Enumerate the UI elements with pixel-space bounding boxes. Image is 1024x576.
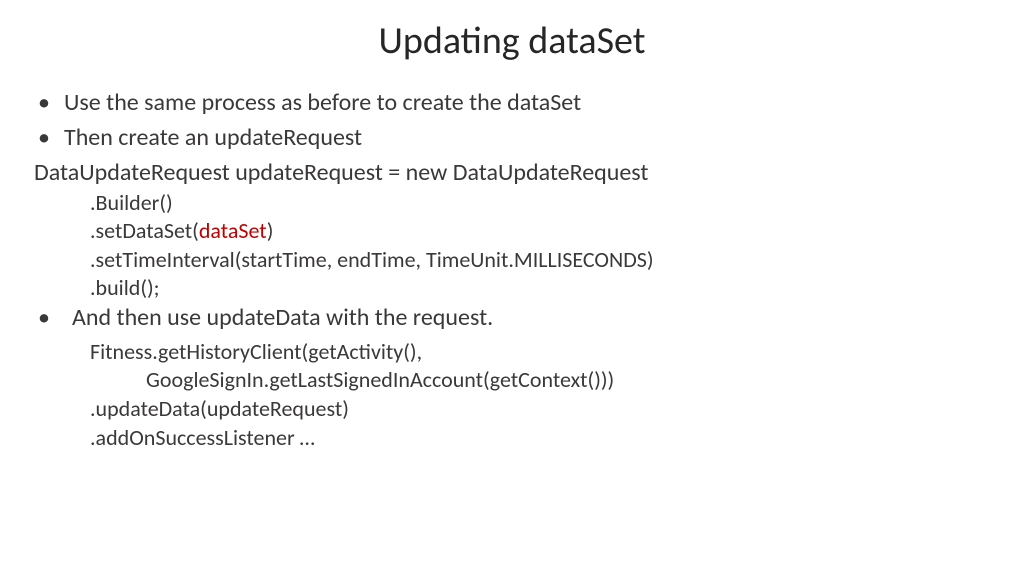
- code-line: .setTimeInterval(startTime, endTime, Tim…: [34, 246, 990, 275]
- code-text: ): [267, 217, 274, 244]
- code-param: dataSet: [199, 217, 267, 244]
- slide-title: Updating dataSet: [34, 18, 990, 64]
- code-line: .Builder(): [34, 189, 990, 218]
- bullet-item: Then create an updateRequest: [34, 123, 990, 154]
- code-line: Fitness.getHistoryClient(getActivity(),: [34, 338, 990, 367]
- code-line: .setDataSet(dataSet): [34, 217, 990, 246]
- bullet-list: Use the same process as before to create…: [34, 88, 990, 153]
- code-text: .setDataSet(: [90, 217, 199, 244]
- bullet-item: Use the same process as before to create…: [34, 88, 990, 119]
- slide: Updating dataSet Use the same process as…: [0, 0, 1024, 576]
- code-line: .updateData(updateRequest): [34, 395, 990, 424]
- bullet-list: And then use updateData with the request…: [34, 303, 990, 334]
- code-line: DataUpdateRequest updateRequest = new Da…: [34, 157, 990, 188]
- code-line: .build();: [34, 274, 990, 303]
- bullet-item: And then use updateData with the request…: [34, 303, 990, 334]
- code-line: .addOnSuccessListener …: [34, 424, 990, 453]
- code-line: GoogleSignIn.getLastSignedInAccount(getC…: [34, 366, 990, 395]
